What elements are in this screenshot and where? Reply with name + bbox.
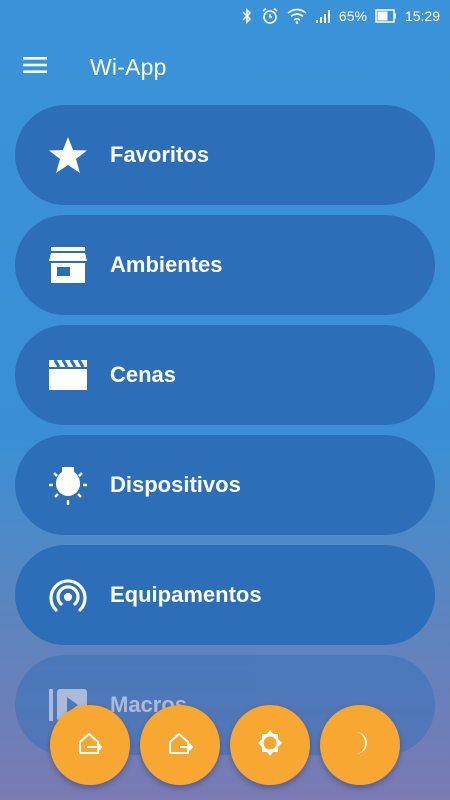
sun-icon [256, 729, 284, 762]
status-bar: 65% 15:29 [0, 0, 450, 32]
broadcast-icon [47, 574, 89, 616]
night-mode-button[interactable] [320, 705, 400, 785]
battery-icon [375, 9, 397, 23]
hamburger-icon [23, 56, 47, 79]
day-mode-button[interactable] [230, 705, 310, 785]
signal-icon [315, 8, 333, 24]
menu-item-favoritos[interactable]: Favoritos [15, 105, 435, 205]
arrive-home-icon [77, 730, 103, 761]
hamburger-menu-button[interactable] [0, 32, 70, 102]
menu-item-label: Equipamentos [110, 582, 262, 607]
bluetooth-icon [241, 8, 253, 24]
battery-percentage: 65% [338, 8, 367, 24]
storefront-icon [47, 244, 89, 286]
clapperboard-icon [47, 354, 89, 396]
menu-item-label: Favoritos [110, 142, 210, 167]
menu-item-ambientes[interactable]: Ambientes [15, 215, 435, 315]
clock: 15:29 [404, 8, 440, 24]
menu-item-cenas[interactable]: Cenas [15, 325, 435, 425]
star-icon [47, 134, 89, 176]
alarm-icon [261, 7, 279, 25]
moon-icon [348, 730, 372, 761]
bulb-icon [47, 464, 89, 506]
menu-item-equipamentos[interactable]: Equipamentos [15, 545, 435, 645]
arrive-home-button[interactable] [50, 705, 130, 785]
app-title: Wi-App [90, 53, 167, 80]
menu-item-label: Ambientes [110, 252, 223, 277]
app-bar: Wi-App [0, 32, 450, 102]
menu-item-dispositivos[interactable]: Dispositivos [15, 435, 435, 535]
wifi-icon [287, 8, 307, 24]
menu-item-label: Cenas [110, 362, 177, 387]
main-menu: Favoritos Ambientes Cenas Dispositivos E… [15, 105, 435, 765]
menu-item-label: Dispositivos [110, 472, 241, 497]
leave-home-button[interactable] [140, 705, 220, 785]
leave-home-icon [167, 730, 194, 761]
quick-actions [50, 705, 400, 785]
